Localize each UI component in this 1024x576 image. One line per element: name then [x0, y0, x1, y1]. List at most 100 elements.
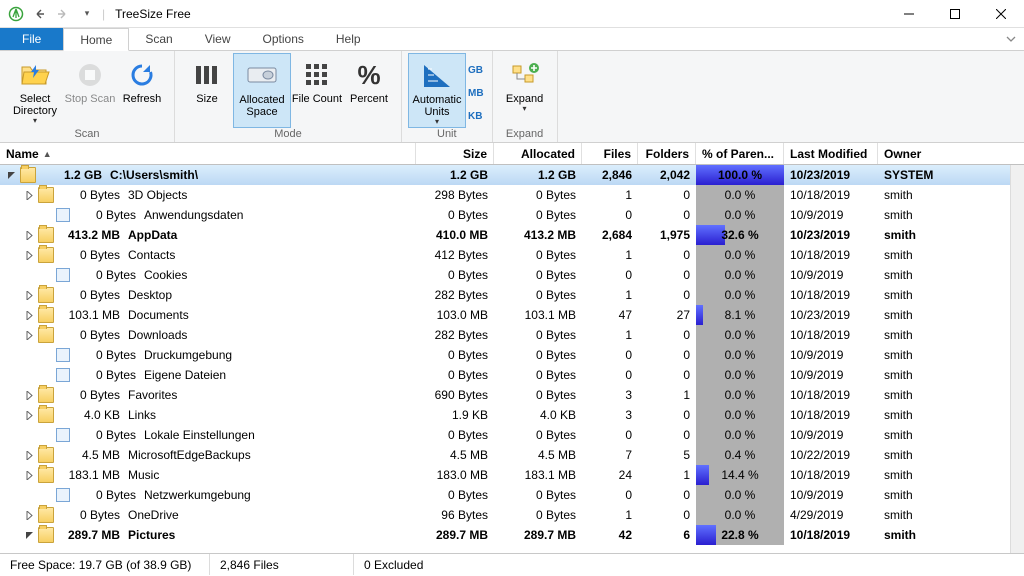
folder-icon — [38, 187, 54, 203]
col-header-modified[interactable]: Last Modified — [784, 143, 878, 164]
cell-folders: 0 — [638, 405, 696, 425]
folder-icon — [38, 247, 54, 263]
inline-size-label: 0 Bytes — [58, 388, 126, 402]
folder-icon — [38, 447, 54, 463]
cell-size: 0 Bytes — [416, 265, 494, 285]
expander-button[interactable] — [22, 388, 36, 402]
unit-gb-button[interactable]: GB — [468, 65, 484, 76]
cell-percent: 14.4 % — [696, 465, 784, 485]
row-name: Favorites — [126, 388, 177, 402]
tree-row[interactable]: 4.0 KBLinks1.9 KB4.0 KB300.0 %10/18/2019… — [0, 405, 1024, 425]
tree-row[interactable]: 0 BytesContacts412 Bytes0 Bytes100.0 %10… — [0, 245, 1024, 265]
tab-options[interactable]: Options — [247, 28, 320, 50]
col-header-owner[interactable]: Owner — [878, 143, 1010, 164]
tree-row[interactable]: 0 BytesDruckumgebung0 Bytes0 Bytes000.0 … — [0, 345, 1024, 365]
expander-button[interactable] — [22, 448, 36, 462]
cell-size: 298 Bytes — [416, 185, 494, 205]
minimize-button[interactable] — [886, 0, 932, 28]
expander-button[interactable] — [22, 328, 36, 342]
col-header-size[interactable]: Size — [416, 143, 494, 164]
tab-scan[interactable]: Scan — [129, 28, 188, 50]
unit-quick-buttons: GB MB KB — [466, 53, 486, 128]
tree-row[interactable]: 0 BytesAnwendungsdaten0 Bytes0 Bytes000.… — [0, 205, 1024, 225]
nav-forward-button[interactable] — [54, 5, 72, 23]
ribbon-collapse-button[interactable] — [998, 28, 1024, 50]
expander-button[interactable] — [22, 308, 36, 322]
inline-size-label: 0 Bytes — [74, 348, 142, 362]
tree-row[interactable]: 0 BytesNetzwerkumgebung0 Bytes0 Bytes000… — [0, 485, 1024, 505]
tree-row[interactable]: 0 BytesDownloads282 Bytes0 Bytes100.0 %1… — [0, 325, 1024, 345]
tab-file[interactable]: File — [0, 28, 63, 50]
tab-help[interactable]: Help — [320, 28, 377, 50]
cell-folders: 0 — [638, 365, 696, 385]
expander-button[interactable] — [4, 168, 18, 182]
stop-scan-button[interactable]: Stop Scan — [64, 53, 116, 128]
nav-back-button[interactable] — [30, 5, 48, 23]
cell-owner: smith — [878, 345, 1010, 365]
unit-kb-button[interactable]: KB — [468, 111, 484, 122]
cell-allocated: 0 Bytes — [494, 385, 582, 405]
row-name: OneDrive — [126, 508, 179, 522]
nav-history-dropdown[interactable]: ▾ — [78, 5, 96, 23]
col-header-name[interactable]: Name▲ — [0, 143, 416, 164]
automatic-units-button[interactable]: Automatic Units ▾ — [408, 53, 466, 128]
col-header-percent[interactable]: % of Paren... — [696, 143, 784, 164]
chevron-down-icon: ▾ — [523, 105, 527, 114]
cell-files: 42 — [582, 525, 638, 545]
expander-button[interactable] — [22, 468, 36, 482]
cell-size: 0 Bytes — [416, 425, 494, 445]
tree-row[interactable]: 183.1 MBMusic183.0 MB183.1 MB24114.4 %10… — [0, 465, 1024, 485]
select-directory-button[interactable]: Select Directory ▾ — [6, 53, 64, 128]
cell-folders: 6 — [638, 525, 696, 545]
tree-row[interactable]: 0 BytesLokale Einstellungen0 Bytes0 Byte… — [0, 425, 1024, 445]
inline-size-label: 103.1 MB — [58, 308, 126, 322]
tree-row[interactable]: 1.2 GBC:\Users\smith\1.2 GB1.2 GB2,8462,… — [0, 165, 1024, 185]
tree-row[interactable]: 0 BytesOneDrive96 Bytes0 Bytes100.0 %4/2… — [0, 505, 1024, 525]
tree-grid[interactable]: 1.2 GBC:\Users\smith\1.2 GB1.2 GB2,8462,… — [0, 165, 1024, 553]
tab-view[interactable]: View — [189, 28, 247, 50]
inline-size-label: 0 Bytes — [74, 428, 142, 442]
close-button[interactable] — [978, 0, 1024, 28]
expander-button[interactable] — [22, 188, 36, 202]
inline-size-label: 0 Bytes — [58, 508, 126, 522]
ribbon-group-expand: Expand — [506, 128, 543, 142]
expander-button[interactable] — [22, 228, 36, 242]
mode-percent-button[interactable]: % Percent — [343, 53, 395, 128]
col-header-allocated[interactable]: Allocated — [494, 143, 582, 164]
cell-folders: 2,042 — [638, 165, 696, 185]
unit-mb-button[interactable]: MB — [468, 88, 484, 99]
tree-row[interactable]: 0 BytesFavorites690 Bytes0 Bytes310.0 %1… — [0, 385, 1024, 405]
tree-row[interactable]: 0 BytesCookies0 Bytes0 Bytes000.0 %10/9/… — [0, 265, 1024, 285]
expander-button[interactable] — [22, 528, 36, 542]
maximize-button[interactable] — [932, 0, 978, 28]
expander-button[interactable] — [22, 248, 36, 262]
tree-row[interactable]: 0 BytesDesktop282 Bytes0 Bytes100.0 %10/… — [0, 285, 1024, 305]
expand-button[interactable]: Expand ▾ — [499, 53, 551, 128]
mode-size-button[interactable]: Size — [181, 53, 233, 128]
tree-row[interactable]: 0 BytesEigene Dateien0 Bytes0 Bytes000.0… — [0, 365, 1024, 385]
vertical-scrollbar[interactable] — [1010, 165, 1024, 553]
inline-size-label: 1.2 GB — [40, 168, 108, 182]
tree-row[interactable]: 103.1 MBDocuments103.0 MB103.1 MB47278.1… — [0, 305, 1024, 325]
expander-button[interactable] — [22, 288, 36, 302]
expander-button — [22, 348, 36, 362]
cell-modified: 10/22/2019 — [784, 445, 878, 465]
cell-percent: 0.0 % — [696, 265, 784, 285]
mode-allocated-button[interactable]: Allocated Space — [233, 53, 291, 128]
mode-filecount-button[interactable]: File Count — [291, 53, 343, 128]
expander-button[interactable] — [22, 408, 36, 422]
tree-row[interactable]: 413.2 MBAppData410.0 MB413.2 MB2,6841,97… — [0, 225, 1024, 245]
refresh-button[interactable]: Refresh — [116, 53, 168, 128]
tab-home[interactable]: Home — [63, 28, 129, 51]
cell-owner: smith — [878, 385, 1010, 405]
col-header-files[interactable]: Files — [582, 143, 638, 164]
ruler-icon — [421, 60, 453, 92]
row-name: Anwendungsdaten — [142, 208, 243, 222]
percent-icon: % — [353, 59, 385, 91]
tree-row[interactable]: 4.5 MBMicrosoftEdgeBackups4.5 MB4.5 MB75… — [0, 445, 1024, 465]
app-icon — [8, 6, 24, 22]
col-header-folders[interactable]: Folders — [638, 143, 696, 164]
expander-button[interactable] — [22, 508, 36, 522]
tree-row[interactable]: 0 Bytes3D Objects298 Bytes0 Bytes100.0 %… — [0, 185, 1024, 205]
tree-row[interactable]: 289.7 MBPictures289.7 MB289.7 MB42622.8 … — [0, 525, 1024, 545]
